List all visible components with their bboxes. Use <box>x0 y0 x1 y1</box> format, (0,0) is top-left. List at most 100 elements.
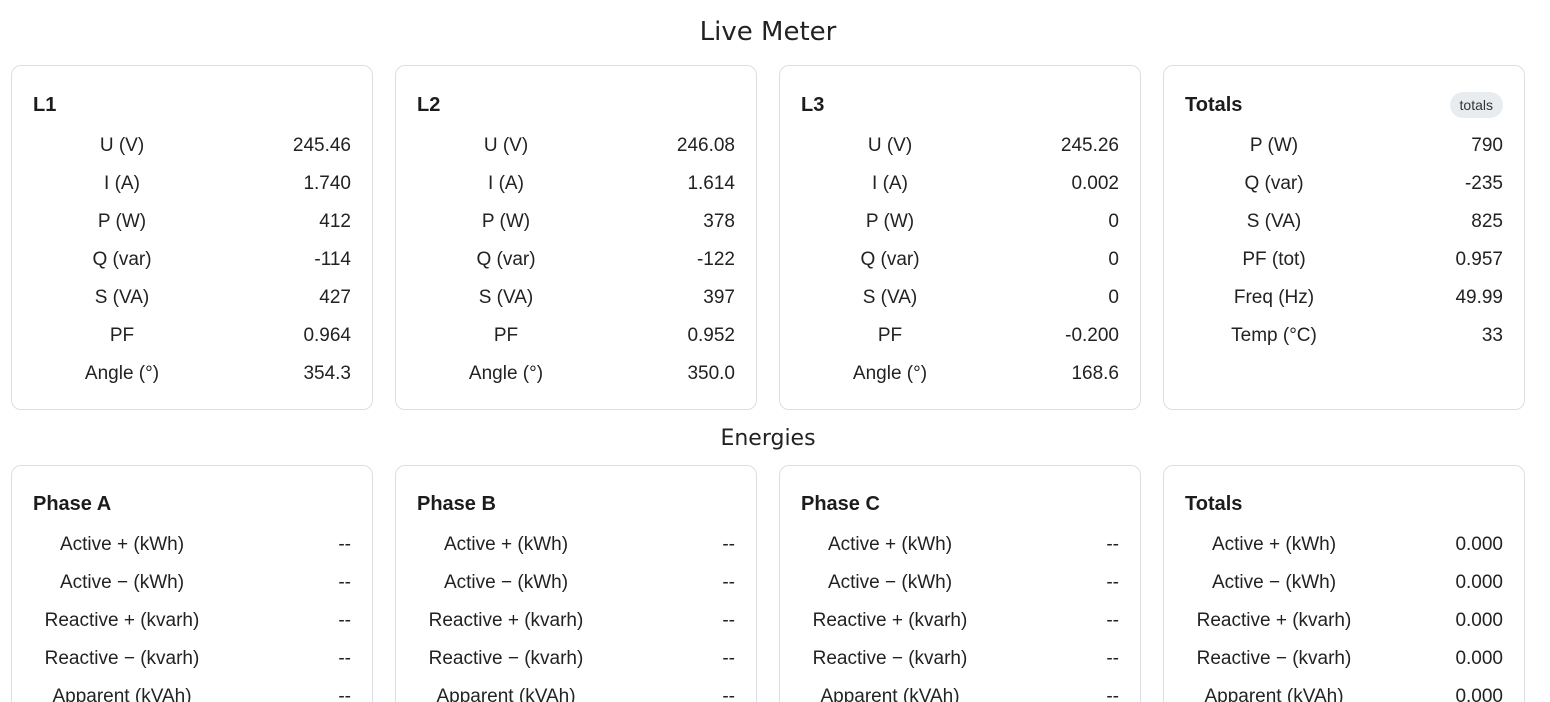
metrics-list: Active + (kWh) -- Active − (kWh) -- Reacti… <box>417 526 735 702</box>
metric-row-active-import: Active + (kWh) 0.000 <box>1185 526 1503 564</box>
metric-row-reactive-export: Reactive − (kvarh) -- <box>417 640 735 678</box>
metric-label: Reactive + (kvarh) <box>44 610 200 631</box>
metric-label: Active − (kWh) <box>443 572 569 593</box>
metric-label: PF <box>493 325 519 346</box>
page-title: Live Meter <box>699 17 837 47</box>
metrics-list: Active + (kWh) -- Active − (kWh) -- Reacti… <box>801 526 1119 702</box>
metric-row-power-factor: PF 0.964 <box>33 317 351 355</box>
metric-row-reactive-power: Q (var) 0 <box>801 241 1119 279</box>
metric-label: Reactive + (kvarh) <box>812 610 968 631</box>
metric-row-apparent-power: S (VA) 825 <box>1185 203 1503 241</box>
metric-row-temperature: Temp (°C) 33 <box>1185 317 1503 355</box>
metric-value: -- <box>722 610 735 631</box>
metric-row-active-export: Active − (kWh) -- <box>417 564 735 602</box>
energy-cards: Phase A Active + (kWh) -- Active − (kWh) -… <box>11 465 1525 702</box>
card-header: L3 <box>801 91 1119 119</box>
metric-value: 33 <box>1481 325 1503 346</box>
metric-row-reactive-power: Q (var) -114 <box>33 241 351 279</box>
metric-value: 825 <box>1471 211 1503 232</box>
metric-row-active-power: P (W) 378 <box>417 203 735 241</box>
metric-row-voltage: U (V) 246.08 <box>417 127 735 165</box>
card-title: L1 <box>33 93 57 116</box>
card-header: Totals <box>1185 490 1503 518</box>
metric-value: 1.740 <box>303 173 351 194</box>
metric-row-apparent-energy: Apparent (kVAh) -- <box>417 678 735 702</box>
metric-label: Reactive + (kvarh) <box>428 610 584 631</box>
metric-value: -- <box>722 534 735 555</box>
metric-row-active-export: Active − (kWh) -- <box>33 564 351 602</box>
energies-title: Energies <box>720 426 816 451</box>
metric-row-active-export: Active − (kWh) -- <box>801 564 1119 602</box>
metric-value: 354.3 <box>303 363 351 384</box>
card-totals: Totals totals P (W) 790 Q (var) -235 S (VA… <box>1163 65 1525 410</box>
card-title: Phase C <box>801 492 880 515</box>
metric-row-reactive-import: Reactive + (kvarh) -- <box>33 602 351 640</box>
metric-row-reactive-power: Q (var) -122 <box>417 241 735 279</box>
metric-label: PF <box>877 325 903 346</box>
metric-value: 397 <box>703 287 735 308</box>
metric-label: Active + (kWh) <box>59 534 185 555</box>
metric-value: -114 <box>314 249 351 270</box>
metrics-list: U (V) 246.08 I (A) 1.614 P (W) 378 Q (var) -… <box>417 127 735 393</box>
metric-label: Temp (°C) <box>1231 325 1317 346</box>
metrics-list: P (W) 790 Q (var) -235 S (VA) 825 PF (tot) 0… <box>1185 127 1503 355</box>
metric-row-power-factor-total: PF (tot) 0.957 <box>1185 241 1503 279</box>
metric-value: -- <box>338 648 351 669</box>
card-header: L1 <box>33 91 351 119</box>
card-phase-a: Phase A Active + (kWh) -- Active − (kWh) -… <box>11 465 373 702</box>
metric-label: Reactive − (kvarh) <box>1196 648 1352 669</box>
metric-row-current: I (A) 0.002 <box>801 165 1119 203</box>
metric-value: 0.002 <box>1071 173 1119 194</box>
metric-label: P (W) <box>97 211 147 232</box>
metric-row-reactive-import: Reactive + (kvarh) -- <box>801 602 1119 640</box>
metric-row-apparent-energy: Apparent (kVAh) -- <box>33 678 351 702</box>
metric-row-apparent-power: S (VA) 0 <box>801 279 1119 317</box>
metric-label: Reactive − (kvarh) <box>812 648 968 669</box>
card-title: Totals <box>1185 492 1243 515</box>
metric-value: -- <box>338 686 351 702</box>
metric-label: Q (var) <box>1244 173 1304 194</box>
metric-row-voltage: U (V) 245.26 <box>801 127 1119 165</box>
metric-row-reactive-import: Reactive + (kvarh) -- <box>417 602 735 640</box>
card-l3: L3 U (V) 245.26 I (A) 0.002 P (W) 0 Q (var)… <box>779 65 1141 410</box>
metric-label: Active + (kWh) <box>827 534 953 555</box>
metrics-list: Active + (kWh) -- Active − (kWh) -- Reacti… <box>33 526 351 702</box>
metric-value: 0 <box>1108 287 1119 308</box>
card-title: Phase B <box>417 492 496 515</box>
metric-label: Reactive − (kvarh) <box>44 648 200 669</box>
metric-value: 0.000 <box>1455 610 1503 631</box>
metric-label: U (V) <box>867 135 913 156</box>
metric-value: -- <box>722 572 735 593</box>
metric-value: -- <box>338 572 351 593</box>
metric-value: 49.99 <box>1455 287 1503 308</box>
card-header: L2 <box>417 91 735 119</box>
metric-label: P (W) <box>865 211 915 232</box>
metric-label: Active + (kWh) <box>443 534 569 555</box>
card-title: Totals <box>1185 93 1243 116</box>
metric-row-apparent-power: S (VA) 397 <box>417 279 735 317</box>
metric-label: Apparent (kVAh) <box>1204 686 1344 702</box>
page: Live Meter L1 U (V) 245.46 I (A) 1.740 P (… <box>0 0 1550 702</box>
metric-value: 412 <box>319 211 351 232</box>
metric-value: 245.46 <box>292 135 351 156</box>
metric-label: S (VA) <box>94 287 150 308</box>
metric-label: Q (var) <box>92 249 152 270</box>
live-meter-cards: L1 U (V) 245.46 I (A) 1.740 P (W) 412 Q (va… <box>11 65 1525 410</box>
metric-value: 790 <box>1471 135 1503 156</box>
metric-value: 246.08 <box>676 135 735 156</box>
metric-row-power-factor: PF -0.200 <box>801 317 1119 355</box>
metric-value: 0.952 <box>687 325 735 346</box>
metric-row-active-power: P (W) 790 <box>1185 127 1503 165</box>
metric-value: 0.000 <box>1455 686 1503 702</box>
metric-label: I (A) <box>872 173 908 194</box>
metrics-list: U (V) 245.26 I (A) 0.002 P (W) 0 Q (var) 0 S… <box>801 127 1119 393</box>
metric-value: -- <box>1106 534 1119 555</box>
metric-value: 245.26 <box>1060 135 1119 156</box>
metric-row-reactive-import: Reactive + (kvarh) 0.000 <box>1185 602 1503 640</box>
metric-label: Angle (°) <box>468 363 544 384</box>
metric-value: 0.000 <box>1455 534 1503 555</box>
metric-label: Angle (°) <box>84 363 160 384</box>
metric-row-apparent-power: S (VA) 427 <box>33 279 351 317</box>
metric-value: -- <box>338 610 351 631</box>
card-l2: L2 U (V) 246.08 I (A) 1.614 P (W) 378 Q (va… <box>395 65 757 410</box>
